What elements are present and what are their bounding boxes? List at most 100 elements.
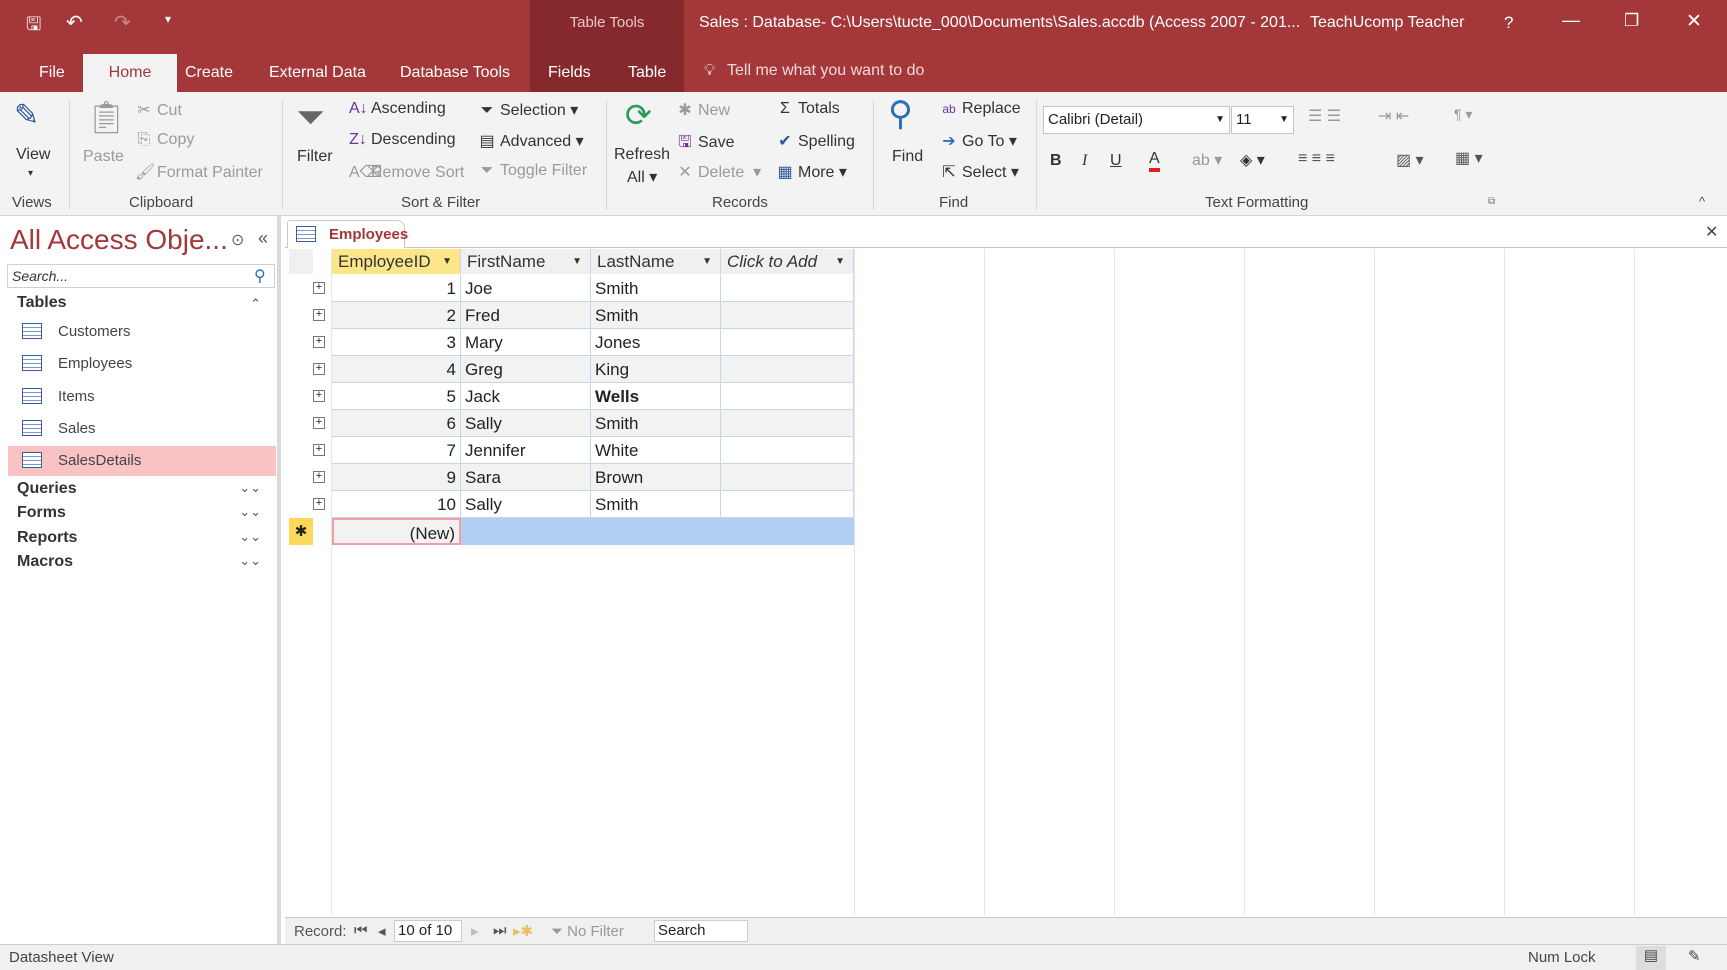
search-icon[interactable]: ⚲ <box>254 266 266 286</box>
new-record-cell[interactable]: (New) <box>332 518 461 545</box>
tell-me-input[interactable]: Tell me what you want to do <box>727 62 924 80</box>
nav-section-queries[interactable]: Queries <box>17 480 77 498</box>
table-cell[interactable]: Jack <box>461 383 591 410</box>
nav-item-items[interactable]: Items <box>8 382 276 412</box>
delete-button[interactable]: ✕ Delete ▾ <box>676 162 761 182</box>
table-cell[interactable]: White <box>591 437 721 464</box>
user-name[interactable]: TeachUcomp Teacher <box>1310 14 1464 32</box>
new-record-button[interactable]: ✱ New <box>676 100 730 120</box>
table-cell[interactable] <box>721 437 854 464</box>
gridlines-icon[interactable]: ▨ ▾ <box>1396 150 1424 170</box>
indent-icon[interactable]: ⇥ ⇤ <box>1378 106 1409 126</box>
font-name-select[interactable]: Calibri (Detail) ▼ <box>1043 106 1230 134</box>
tab-file[interactable]: File <box>29 54 75 92</box>
expand-subdatasheet-icon[interactable]: + <box>313 309 325 321</box>
paste-button[interactable]: Paste <box>83 148 124 166</box>
table-cell[interactable]: 3 <box>332 329 461 356</box>
table-cell[interactable]: 6 <box>332 410 461 437</box>
close-button[interactable]: ✕ <box>1686 10 1702 33</box>
last-record-icon[interactable]: ⏭ <box>493 922 507 939</box>
tab-home[interactable]: Home <box>83 54 177 92</box>
table-cell[interactable] <box>721 491 854 518</box>
expand-subdatasheet-icon[interactable]: + <box>313 363 325 375</box>
table-cell[interactable]: 5 <box>332 383 461 410</box>
nav-section-macros[interactable]: Macros <box>17 553 73 571</box>
toggle-filter-button[interactable]: ⏷ Toggle Filter <box>478 162 588 180</box>
select-all-button[interactable] <box>289 249 313 274</box>
column-header-0[interactable]: EmployeeID ▼ <box>332 249 461 274</box>
customize-qat-icon[interactable]: ▾ <box>165 12 171 26</box>
collapse-ribbon-icon[interactable]: ^ <box>1699 194 1705 209</box>
nav-item-customers[interactable]: Customers <box>8 317 276 347</box>
expand-subdatasheet-icon[interactable]: + <box>313 282 325 294</box>
table-cell[interactable]: King <box>591 356 721 383</box>
column-header-1[interactable]: FirstName ▼ <box>461 249 591 274</box>
expand-icon[interactable]: ⌄⌄ <box>239 504 261 520</box>
table-cell[interactable]: Sally <box>461 410 591 437</box>
table-cell[interactable]: Brown <box>591 464 721 491</box>
table-cell[interactable] <box>721 356 854 383</box>
table-cell[interactable] <box>721 410 854 437</box>
ascending-button[interactable]: A↓ Ascending <box>349 100 446 118</box>
redo-icon[interactable]: ↷ <box>114 10 131 35</box>
font-size-select[interactable]: 11 ▼ <box>1231 106 1294 134</box>
highlight-icon[interactable]: ab ▾ <box>1192 150 1222 170</box>
close-tab-icon[interactable]: ✕ <box>1705 222 1718 242</box>
bullets-icon[interactable]: ☰ ☰ <box>1308 106 1341 126</box>
record-position-input[interactable]: 10 of 10 <box>394 920 462 942</box>
filter-button[interactable]: Filter <box>297 148 333 166</box>
table-cell[interactable]: 4 <box>332 356 461 383</box>
underline-button[interactable]: U <box>1110 152 1122 170</box>
first-record-icon[interactable]: ⏮ <box>354 922 368 939</box>
table-cell[interactable]: Sara <box>461 464 591 491</box>
refresh-all-label[interactable]: All ▾ <box>627 167 657 187</box>
table-cell[interactable]: 7 <box>332 437 461 464</box>
goto-button[interactable]: ➔ Go To ▾ <box>940 131 1017 151</box>
advanced-button[interactable]: ▤ Advanced ▾ <box>478 131 583 151</box>
table-cell[interactable] <box>721 383 854 410</box>
table-cell[interactable] <box>721 464 854 491</box>
expand-subdatasheet-icon[interactable]: + <box>313 471 325 483</box>
restore-button[interactable]: ❐ <box>1624 11 1639 31</box>
tab-external-data[interactable]: External Data <box>259 54 376 92</box>
find-button[interactable]: Find <box>892 148 923 166</box>
table-cell[interactable]: Smith <box>591 491 721 518</box>
ltr-icon[interactable]: ¶ ▾ <box>1454 106 1472 123</box>
descending-button[interactable]: Z↓ Descending <box>349 131 455 149</box>
table-cell[interactable]: Wells <box>591 383 721 410</box>
column-header-3[interactable]: Click to Add ▼ <box>721 249 854 274</box>
column-dropdown-icon[interactable]: ▼ <box>442 249 452 274</box>
cut-button[interactable]: ✂ Cut <box>135 100 182 120</box>
prev-record-icon[interactable]: ◂ <box>378 922 386 940</box>
column-dropdown-icon[interactable]: ▼ <box>835 249 845 274</box>
spelling-button[interactable]: ✔ Spelling <box>776 131 855 151</box>
tab-database-tools[interactable]: Database Tools <box>390 54 520 92</box>
nav-item-employees[interactable]: Employees <box>8 349 276 379</box>
expand-subdatasheet-icon[interactable]: + <box>313 336 325 348</box>
italic-button[interactable]: I <box>1082 152 1087 170</box>
tab-fields[interactable]: Fields <box>538 54 601 92</box>
remove-sort-button[interactable]: A⌫Remove Sort <box>349 162 464 182</box>
table-cell[interactable]: Smith <box>591 302 721 329</box>
select-button[interactable]: ⇱ Select ▾ <box>940 162 1019 182</box>
tab-employees[interactable]: Employees <box>287 220 408 248</box>
nav-menu-icon[interactable]: ⊙ <box>231 230 244 250</box>
table-cell[interactable]: 1 <box>332 275 461 302</box>
save-record-button[interactable]: 🖫 Save <box>676 131 734 158</box>
expand-icon[interactable]: ⌄⌄ <box>239 480 261 496</box>
more-button[interactable]: ▦ More ▾ <box>776 162 847 182</box>
font-color-button[interactable]: A <box>1149 150 1160 172</box>
dialog-launcher-icon[interactable]: ⧉ <box>1488 196 1495 207</box>
align-icons[interactable]: ≡ ≡ ≡ <box>1298 150 1335 168</box>
table-cell[interactable] <box>721 302 854 329</box>
record-search-input[interactable]: Search <box>654 920 748 942</box>
view-button[interactable]: View <box>16 146 50 164</box>
table-cell[interactable]: Jennifer <box>461 437 591 464</box>
format-painter-button[interactable]: 🖌︎ Format Painter <box>135 162 263 182</box>
nav-section-reports[interactable]: Reports <box>17 529 77 547</box>
expand-subdatasheet-icon[interactable]: + <box>313 498 325 510</box>
nav-title[interactable]: All Access Obje... <box>10 224 228 256</box>
tables-header[interactable]: Tables <box>17 294 67 312</box>
tab-table[interactable]: Table <box>618 54 676 92</box>
view-dropdown-icon[interactable]: ▾ <box>28 168 33 179</box>
